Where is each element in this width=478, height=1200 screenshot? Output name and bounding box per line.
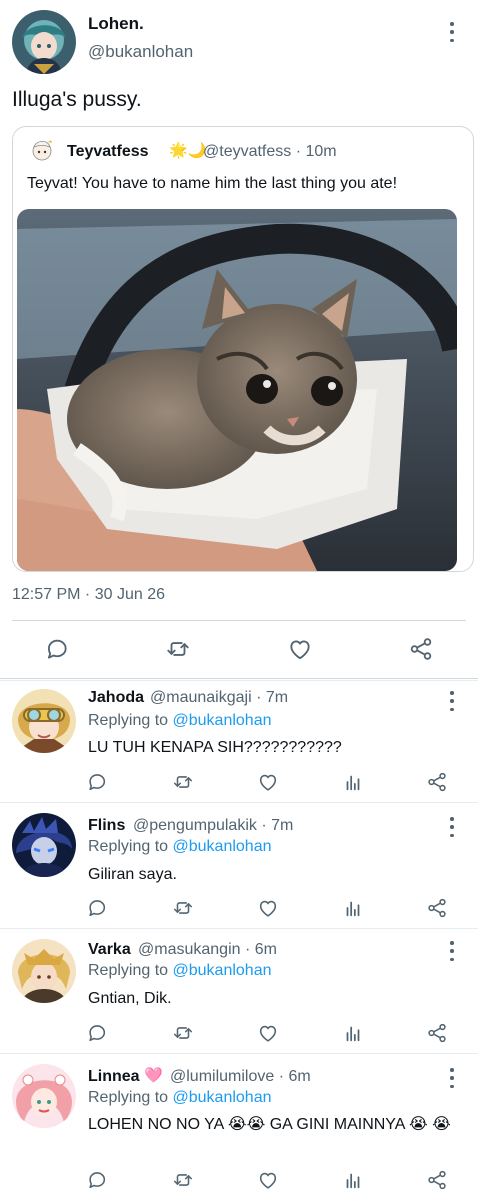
reply-text: LOHEN NO NO YA 😭😭 GA GINI MAINNYA 😭 😭 [88,1116,451,1133]
reply-icon[interactable] [86,1022,108,1044]
more-icon[interactable] [448,22,456,42]
replying-to: Replying to @bukanlohan [88,962,271,980]
reply-handle-time: @maunaikgaji · 7m [150,689,289,706]
tweet-actions [0,634,478,664]
quoted-name-emoji: 🌟🌙 [169,142,207,159]
analytics-icon[interactable] [342,1022,364,1044]
reply-display-name[interactable]: Flins [88,817,125,835]
replying-to-mention[interactable]: @bukanlohan [173,1089,272,1106]
reply-icon[interactable] [86,897,108,919]
replying-to: Replying to @bukanlohan [88,712,271,730]
more-icon[interactable] [448,1068,456,1088]
replying-to-mention[interactable]: @bukanlohan [173,838,272,855]
reply-display-name[interactable]: Linnea [88,1068,140,1086]
more-icon[interactable] [448,817,456,837]
reply-text: Gntian, Dik. [88,990,172,1007]
divider [12,620,466,621]
like-icon[interactable] [257,1169,279,1191]
replying-to-label: Replying to [88,1089,173,1106]
analytics-icon[interactable] [342,1169,364,1191]
quoted-tweet-text: Teyvat! You have to name him the last th… [27,175,398,192]
retweet-icon[interactable] [172,1169,194,1191]
quoted-tweet[interactable]: Teyvatfess 🌟🌙 @teyvatfess · 10m Teyvat! … [12,126,474,572]
quoted-handle-time: @teyvatfess · 10m [203,143,337,160]
retweet-icon[interactable] [172,897,194,919]
analytics-icon[interactable] [342,771,364,793]
reply-handle-time: @pengumpulakik · 7m [133,817,294,834]
like-icon[interactable] [257,897,279,919]
reply-tweet[interactable]: Jahoda @maunaikgaji · 7m Replying to @bu… [0,680,478,802]
share-icon[interactable] [408,636,434,662]
reply-tweet[interactable]: Linnea 🩷 @lumilumilove · 6m Replying to … [0,1053,478,1200]
reply-actions [0,1167,478,1197]
reply-avatar[interactable] [12,939,76,1003]
reply-icon[interactable] [86,1169,108,1191]
main-tweet: Lohen. @bukanlohan Illuga's pussy. Teyva… [0,0,478,680]
share-icon[interactable] [426,1022,448,1044]
like-icon[interactable] [287,636,313,662]
tweet-timestamp[interactable]: 12:57 PM · 30 Jun 26 [12,586,165,604]
reply-avatar[interactable] [12,813,76,877]
quoted-display-name[interactable]: Teyvatfess [67,143,149,161]
share-icon[interactable] [426,1169,448,1191]
replying-to: Replying to @bukanlohan [88,1089,271,1107]
reply-text: LU TUH KENAPA SIH??????????? [88,739,342,756]
reply-avatar[interactable] [12,1064,76,1128]
reply-display-name[interactable]: Jahoda [88,689,144,707]
more-icon[interactable] [448,941,456,961]
author-handle[interactable]: @bukanlohan [88,42,193,62]
reply-actions [0,895,478,925]
analytics-icon[interactable] [342,897,364,919]
tweet-text: Illuga's pussy. [12,88,142,111]
replying-to-mention[interactable]: @bukanlohan [173,712,272,729]
retweet-icon[interactable] [172,1022,194,1044]
retweet-icon[interactable] [165,636,191,662]
share-icon[interactable] [426,897,448,919]
reply-icon[interactable] [44,636,70,662]
reply-actions [0,1020,478,1050]
divider [0,678,478,679]
share-icon[interactable] [426,771,448,793]
retweet-icon[interactable] [172,771,194,793]
reply-icon[interactable] [86,771,108,793]
reply-display-name[interactable]: Varka [88,941,131,959]
replying-to-label: Replying to [88,838,173,855]
reply-handle-time: @masukangin · 6m [138,941,277,958]
replying-to-label: Replying to [88,962,173,979]
kitten-photo[interactable] [17,209,457,571]
more-icon[interactable] [448,691,456,711]
reply-handle-time: @lumilumilove · 6m [170,1068,311,1085]
reply-tweet[interactable]: Varka @masukangin · 6m Replying to @buka… [0,928,478,1053]
replying-to-mention[interactable]: @bukanlohan [173,962,272,979]
reply-actions [0,769,478,799]
replying-to: Replying to @bukanlohan [88,838,271,856]
reply-tweet[interactable]: Flins @pengumpulakik · 7m Replying to @b… [0,802,478,928]
name-emoji: 🩷 [144,1067,163,1084]
like-icon[interactable] [257,1022,279,1044]
author-avatar[interactable] [12,10,76,74]
replying-to-label: Replying to [88,712,173,729]
reply-text: Giliran saya. [88,866,177,883]
like-icon[interactable] [257,771,279,793]
reply-avatar[interactable] [12,689,76,753]
author-display-name[interactable]: Lohen. [88,14,144,34]
quoted-avatar [29,137,55,163]
